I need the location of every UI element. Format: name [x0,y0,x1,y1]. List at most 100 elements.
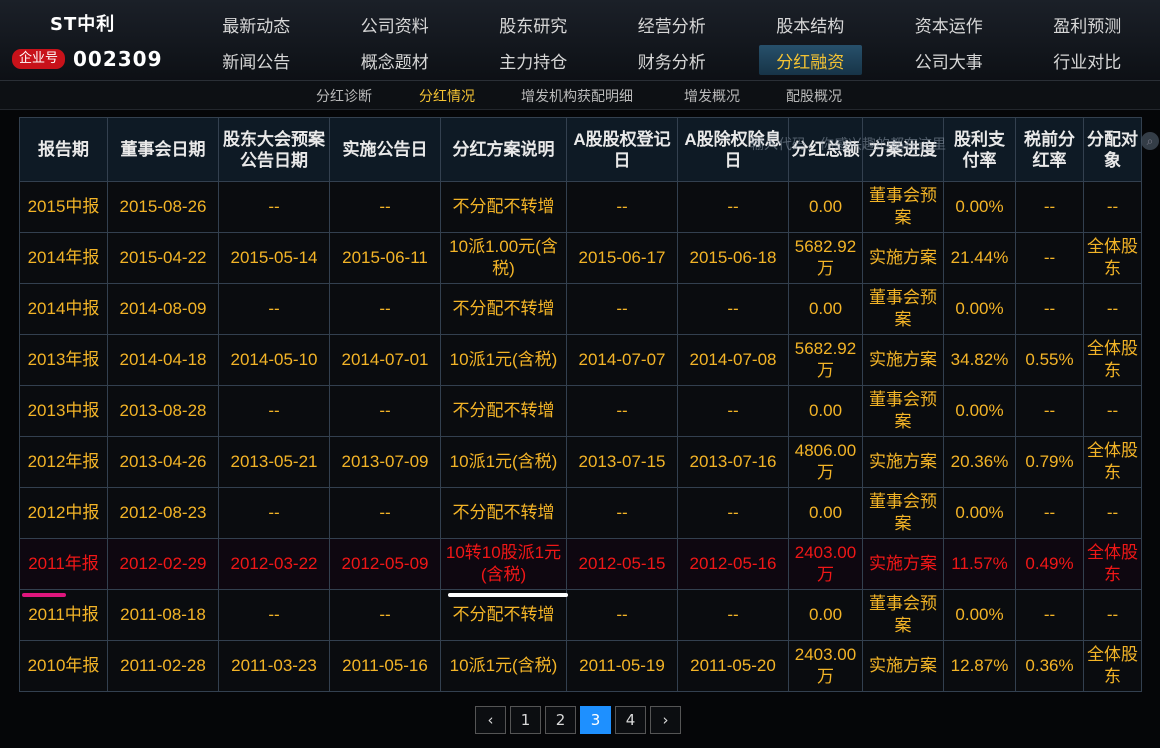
table-cell: 2015-06-17 [566,232,678,284]
table-cell: -- [677,589,789,641]
subnav-item-3[interactable]: 增发机构获配明细 [521,86,633,106]
table-row[interactable]: 2014中报 2014-08-09 -- -- 不分配不转增 -- -- 0.00 董事会预案 0… [19,283,1142,335]
table-cell: 全体股东 [1083,232,1142,284]
table-row[interactable]: 2014年报 2015-04-22 2015-05-14 2015-06-11 10派1… [19,232,1142,284]
table-cell: -- [566,589,678,641]
table-cell: 全体股东 [1083,538,1142,590]
nav-item-1-4[interactable]: 经营分析 [603,6,742,42]
subnav-item-5[interactable]: 配股概况 [786,86,842,106]
table-cell: 0.79% [1015,436,1084,488]
table-cell: 2012-03-22 [218,538,330,590]
table-cell: 2011-05-16 [329,640,441,692]
nav-item-2-3[interactable]: 主力持仓 [464,42,603,78]
table-cell: -- [1015,283,1084,335]
column-header-3[interactable]: 股东大会预案公告日期 [218,117,330,182]
table-cell: -- [677,181,789,233]
nav-item-1-6[interactable]: 资本运作 [880,6,1019,42]
nav-item-2-5[interactable]: 分红融资 [759,45,862,75]
page-button-3[interactable]: 3 [580,706,611,734]
page-button-4[interactable]: 4 [615,706,646,734]
table-cell: -- [1015,589,1084,641]
table-cell: 2013-05-21 [218,436,330,488]
table-row[interactable]: 2011中报 2011-08-18 -- -- 不分配不转增 -- -- 0.00 董事会预案 0… [19,589,1142,641]
nav-item-2-6[interactable]: 公司大事 [880,42,1019,78]
column-header-6[interactable]: A股股权登记日 [566,117,678,182]
table-cell: -- [218,487,330,539]
table-row[interactable]: 2013年报 2014-04-18 2014-05-10 2014-07-01 10派1… [19,334,1142,386]
table-row[interactable]: 2015中报 2015-08-26 -- -- 不分配不转增 -- -- 0.00 董事会预案 0… [19,181,1142,233]
nav-item-2-7[interactable]: 行业对比 [1018,42,1157,78]
pagination: ‹ 1 2 3 4 › [475,706,685,734]
decor-line-pink [22,593,66,597]
search-hint[interactable]: 输入代码，你感兴趣的都在这里 [750,130,1130,158]
subnav-item-2[interactable]: 分红情况 [419,86,475,106]
table-cell: 2012年报 [19,436,108,488]
prev-page-button[interactable]: ‹ [475,706,506,734]
search-icon[interactable]: ⌕ [1141,132,1159,150]
table-cell: 2011-05-20 [677,640,789,692]
table-cell: 0.00% [943,487,1016,539]
nav-item-2-1[interactable]: 新闻公告 [187,42,326,78]
nav-item-1-7[interactable]: 盈利预测 [1018,6,1157,42]
table-cell: 5682.92万 [788,334,863,386]
table-cell: -- [566,283,678,335]
table-cell: 2014-07-08 [677,334,789,386]
page-button-1[interactable]: 1 [510,706,541,734]
table-cell: 0.00 [788,181,863,233]
next-page-button[interactable]: › [650,706,681,734]
table-cell: 0.00 [788,589,863,641]
table-cell: 0.00% [943,181,1016,233]
sub-nav: 分红诊断 分红情况 增发机构获配明细 增发概况 配股概况 [0,81,1160,110]
column-header-4[interactable]: 实施公告日 [329,117,441,182]
table-cell: 10派1元(含税) [440,640,567,692]
nav-item-1-1[interactable]: 最新动态 [187,6,326,42]
subnav-item-1[interactable]: 分红诊断 [316,86,372,106]
nav-item-2-2[interactable]: 概念题材 [326,42,465,78]
table-cell: 34.82% [943,334,1016,386]
table-cell: 0.00 [788,283,863,335]
table-cell: 2013-07-15 [566,436,678,488]
table-cell: 2015-04-22 [107,232,219,284]
nav-item-1-2[interactable]: 公司资料 [326,6,465,42]
enterprise-badge[interactable]: 企业号 [12,49,66,69]
table-row[interactable]: 2013中报 2013-08-28 -- -- 不分配不转增 -- -- 0.00 董事会预案 0… [19,385,1142,437]
table-cell: 10派1元(含税) [440,334,567,386]
nav-item-1-3[interactable]: 股东研究 [464,6,603,42]
table-cell: 2015中报 [19,181,108,233]
table-cell: 2015-05-14 [218,232,330,284]
column-header-2[interactable]: 董事会日期 [107,117,219,182]
nav-item-1-5[interactable]: 股本结构 [741,6,880,42]
column-header-1[interactable]: 报告期 [19,117,108,182]
top-header: ST中利 企业号 002309 最新动态 公司资料 股东研究 经营分析 股本结构 资本运作… [0,0,1160,81]
table-cell: 不分配不转增 [440,487,567,539]
table-cell: 不分配不转增 [440,589,567,641]
table-cell: 2012-05-09 [329,538,441,590]
dividend-table-wrap: 报告期 董事会日期 股东大会预案公告日期 实施公告日 分红方案说明 A股股权登记日 A股除权… [19,117,1142,692]
table-cell: 2013中报 [19,385,108,437]
table-cell: 12.87% [943,640,1016,692]
table-cell: 不分配不转增 [440,385,567,437]
nav-item-2-4[interactable]: 财务分析 [603,42,742,78]
table-row[interactable]: 2012年报 2013-04-26 2013-05-21 2013-07-09 10派1… [19,436,1142,488]
table-cell: -- [566,385,678,437]
table-cell: -- [1083,487,1142,539]
table-cell: 2014中报 [19,283,108,335]
table-cell: 20.36% [943,436,1016,488]
table-cell: 2011-02-28 [107,640,219,692]
table-row[interactable]: 2012中报 2012-08-23 -- -- 不分配不转增 -- -- 0.00 董事会预案 0… [19,487,1142,539]
table-cell: 2014-08-09 [107,283,219,335]
table-cell: 全体股东 [1083,334,1142,386]
table-cell: 2012中报 [19,487,108,539]
decor-line-white [448,593,568,597]
page-button-2[interactable]: 2 [545,706,576,734]
column-header-5[interactable]: 分红方案说明 [440,117,567,182]
subnav-item-4[interactable]: 增发概况 [684,86,740,106]
table-cell: -- [1015,385,1084,437]
table-row[interactable]: 2011年报 2012-02-29 2012-03-22 2012-05-09 10转1… [19,538,1142,590]
table-cell: 11.57% [943,538,1016,590]
table-cell: 实施方案 [862,640,944,692]
table-row[interactable]: 2010年报 2011-02-28 2011-03-23 2011-05-16 10派1… [19,640,1142,692]
dividend-table: 报告期 董事会日期 股东大会预案公告日期 实施公告日 分红方案说明 A股股权登记日 A股除权… [19,117,1142,692]
table-cell: 不分配不转增 [440,181,567,233]
table-cell: -- [1015,181,1084,233]
